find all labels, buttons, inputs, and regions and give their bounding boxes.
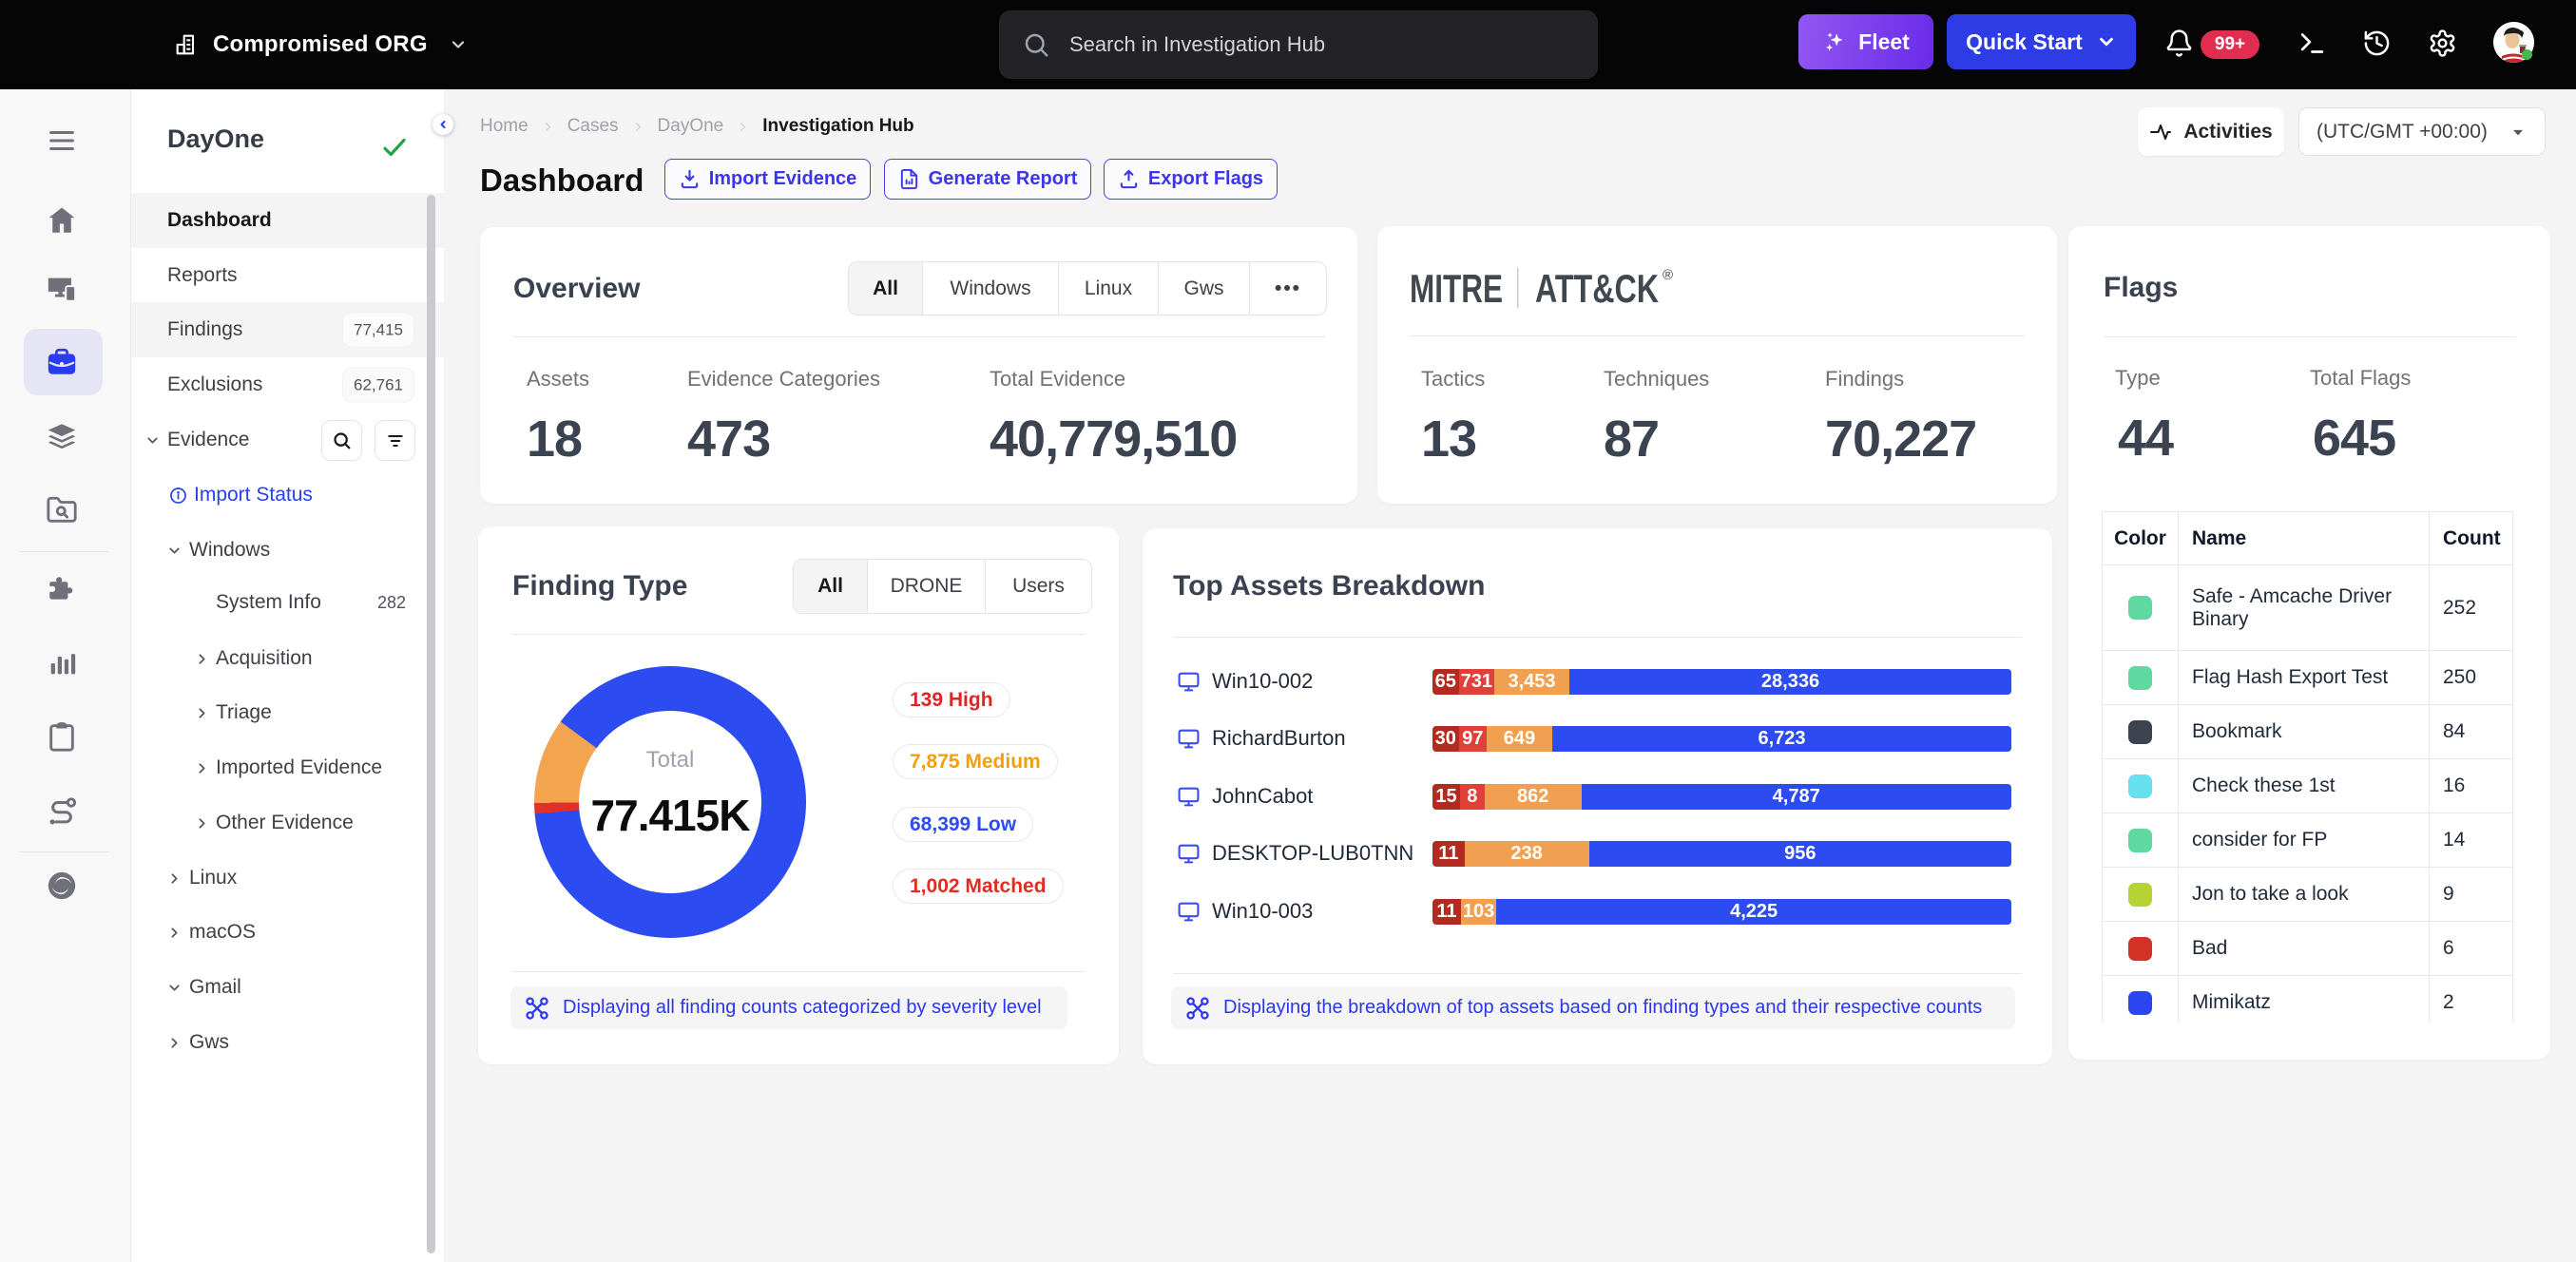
svg-text:ATT&CK: ATT&CK: [1535, 266, 1659, 311]
svg-text:®: ®: [1663, 267, 1673, 283]
svg-text:MITRE: MITRE: [1410, 266, 1503, 311]
